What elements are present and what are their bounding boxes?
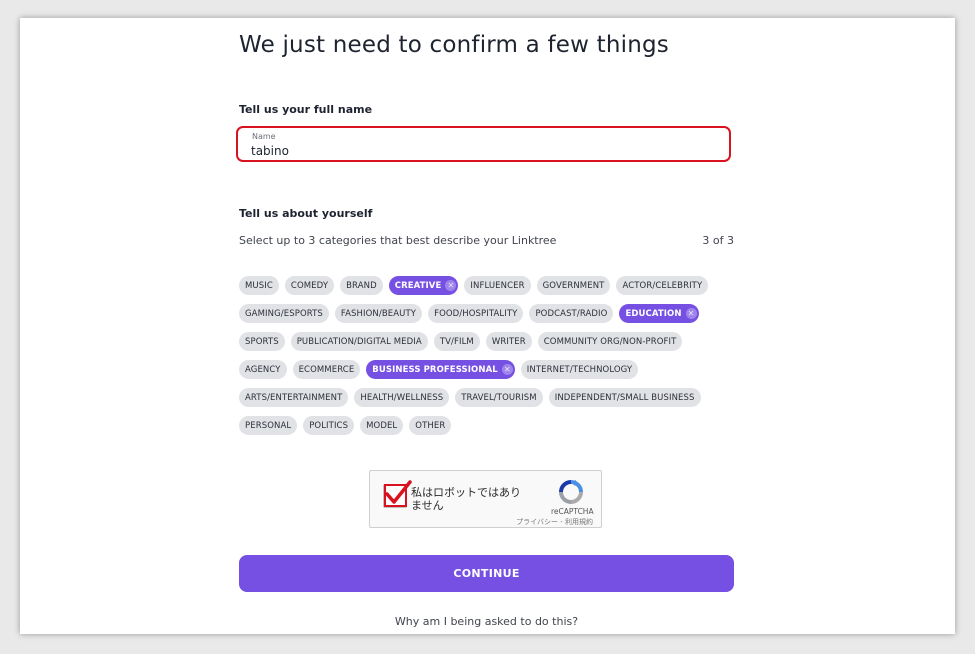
category-chip[interactable]: ARTS/ENTERTAINMENT bbox=[239, 388, 349, 407]
category-chip-label: GAMING/ESPORTS bbox=[245, 308, 323, 319]
recaptcha-brand: reCAPTCHA bbox=[551, 507, 594, 516]
category-chip-row: GAMING/ESPORTS FASHION/BEAUTY FOOD/HOSPITA… bbox=[239, 304, 739, 323]
category-chip-label: FOOD/HOSPITALITY bbox=[434, 308, 518, 319]
category-chip-row: SPORTS PUBLICATION/DIGITAL MEDIA TV/FILM WR… bbox=[239, 332, 739, 351]
category-chip[interactable]: EDUCATION ✕ bbox=[619, 304, 699, 323]
category-chip[interactable]: GAMING/ESPORTS bbox=[239, 304, 329, 323]
category-chip[interactable]: POLITICS bbox=[303, 416, 355, 435]
category-chip[interactable]: ACTOR/CELEBRITY bbox=[616, 276, 709, 295]
category-chip-label: ACTOR/CELEBRITY bbox=[622, 280, 703, 291]
category-chip-list: MUSIC COMEDY BRAND CREATIVE ✕ INFLUENCER GOVER… bbox=[239, 276, 739, 444]
category-chip-label: COMMUNITY ORG/NON-PROFIT bbox=[543, 336, 677, 347]
category-chip[interactable]: INTERNET/TECHNOLOGY bbox=[520, 360, 639, 379]
category-chip-label: SPORTS bbox=[245, 336, 279, 347]
checkmark-icon bbox=[384, 480, 412, 507]
category-chip-label: PODCAST/RADIO bbox=[535, 308, 608, 319]
recaptcha-label: 私はロボットではありません bbox=[411, 486, 521, 512]
category-chip[interactable]: MODEL bbox=[360, 416, 404, 435]
name-input[interactable] bbox=[251, 144, 651, 158]
category-chip[interactable]: HEALTH/WELLNESS bbox=[354, 388, 450, 407]
category-chip[interactable]: CREATIVE ✕ bbox=[388, 276, 459, 295]
category-chip[interactable]: SPORTS bbox=[239, 332, 285, 351]
category-chip-label: PERSONAL bbox=[245, 420, 292, 431]
category-chip[interactable]: OTHER bbox=[409, 416, 452, 435]
category-chip-label: MUSIC bbox=[245, 280, 273, 291]
name-field[interactable]: Name bbox=[236, 126, 731, 162]
category-chip-label: AGENCY bbox=[245, 364, 281, 375]
category-chip-label: OTHER bbox=[415, 420, 446, 431]
category-helper-text: Select up to 3 categories that best desc… bbox=[239, 234, 557, 247]
about-section-label: Tell us about yourself bbox=[239, 207, 373, 220]
remove-chip-icon[interactable]: ✕ bbox=[685, 308, 697, 319]
category-chip-label: BUSINESS PROFESSIONAL bbox=[372, 364, 498, 375]
category-chip-label: FASHION/BEAUTY bbox=[340, 308, 417, 319]
category-chip-label: INDEPENDENT/SMALL BUSINESS bbox=[554, 392, 695, 403]
category-chip[interactable]: MUSIC bbox=[239, 276, 279, 295]
category-chip-label: HEALTH/WELLNESS bbox=[360, 392, 444, 403]
category-chip-row: PERSONAL POLITICS MODEL OTHER bbox=[239, 416, 739, 435]
category-chip[interactable]: FOOD/HOSPITALITY bbox=[428, 304, 524, 323]
category-chip[interactable]: WRITER bbox=[485, 332, 532, 351]
category-chip-label: CREATIVE bbox=[394, 280, 442, 291]
category-chip[interactable]: TV/FILM bbox=[433, 332, 480, 351]
category-chip-label: EDUCATION bbox=[625, 308, 682, 319]
recaptcha-widget: 私はロボットではありません reCAPTCHA プライバシー - 利用規約 bbox=[369, 470, 602, 528]
category-chip-label: MODEL bbox=[366, 420, 398, 431]
remove-chip-icon[interactable]: ✕ bbox=[501, 364, 513, 375]
why-asked-link[interactable]: Why am I being asked to do this? bbox=[239, 615, 734, 628]
category-chip-label: TRAVEL/TOURISM bbox=[461, 392, 537, 403]
category-chip-row: MUSIC COMEDY BRAND CREATIVE ✕ INFLUENCER GOVER… bbox=[239, 276, 739, 295]
page-frame: We just need to confirm a few things Tel… bbox=[20, 18, 955, 634]
category-chip-label: INFLUENCER bbox=[470, 280, 525, 291]
category-chip[interactable]: COMMUNITY ORG/NON-PROFIT bbox=[537, 332, 683, 351]
category-chip-label: WRITER bbox=[491, 336, 526, 347]
category-chip-label: GOVERNMENT bbox=[542, 280, 605, 291]
category-chip[interactable]: COMEDY bbox=[284, 276, 335, 295]
category-chip[interactable]: AGENCY bbox=[239, 360, 287, 379]
category-chip[interactable]: ECOMMERCE bbox=[292, 360, 361, 379]
category-chip-label: PUBLICATION/DIGITAL MEDIA bbox=[296, 336, 422, 347]
category-chip[interactable]: BRAND bbox=[340, 276, 383, 295]
category-chip-label: INTERNET/TECHNOLOGY bbox=[526, 364, 633, 375]
category-chip[interactable]: FASHION/BEAUTY bbox=[334, 304, 423, 323]
continue-button[interactable]: CONTINUE bbox=[239, 555, 734, 592]
page-title: We just need to confirm a few things bbox=[239, 32, 669, 58]
category-chip[interactable]: INFLUENCER bbox=[464, 276, 531, 295]
category-chip-label: TV/FILM bbox=[439, 336, 474, 347]
category-chip-row: AGENCY ECOMMERCE BUSINESS PROFESSIONAL ✕ INT… bbox=[239, 360, 739, 379]
category-chip-label: COMEDY bbox=[290, 280, 329, 291]
name-section-label: Tell us your full name bbox=[239, 103, 373, 116]
category-chip[interactable]: PERSONAL bbox=[239, 416, 298, 435]
category-chip-row: ARTS/ENTERTAINMENT HEALTH/WELLNESS TRAVEL/… bbox=[239, 388, 739, 407]
selection-count: 3 of 3 bbox=[702, 234, 734, 247]
category-chip[interactable]: INDEPENDENT/SMALL BUSINESS bbox=[548, 388, 701, 407]
category-chip[interactable]: PODCAST/RADIO bbox=[529, 304, 614, 323]
remove-chip-icon[interactable]: ✕ bbox=[445, 280, 457, 291]
category-chip-label: BRAND bbox=[346, 280, 377, 291]
recaptcha-logo-icon bbox=[559, 480, 583, 504]
category-chip[interactable]: TRAVEL/TOURISM bbox=[455, 388, 543, 407]
category-chip-label: ARTS/ENTERTAINMENT bbox=[245, 392, 343, 403]
category-chip[interactable]: PUBLICATION/DIGITAL MEDIA bbox=[290, 332, 428, 351]
category-chip[interactable]: BUSINESS PROFESSIONAL ✕ bbox=[366, 360, 515, 379]
category-chip[interactable]: GOVERNMENT bbox=[536, 276, 611, 295]
category-chip-label: POLITICS bbox=[309, 420, 349, 431]
recaptcha-privacy-terms[interactable]: プライバシー - 利用規約 bbox=[516, 517, 593, 527]
category-chip-label: ECOMMERCE bbox=[298, 364, 355, 375]
name-field-label: Name bbox=[252, 132, 276, 141]
